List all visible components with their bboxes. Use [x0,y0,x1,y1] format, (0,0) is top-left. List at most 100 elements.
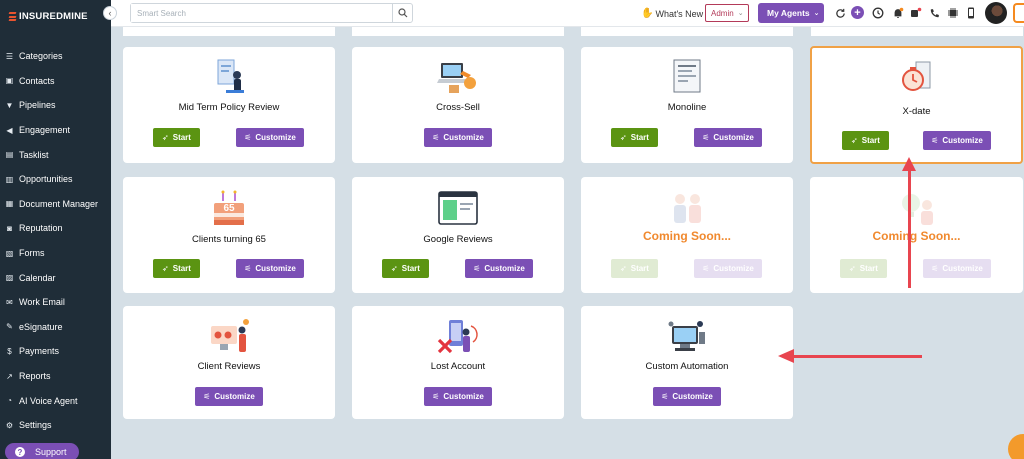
payment-icon: $ [7,346,12,356]
rocket-icon: ➶ [849,264,856,273]
integrations-button[interactable] [947,6,959,20]
top-bar: ✋ What's New Admin ⌄ My Agents ⌄ + [111,0,1024,27]
card-mid-term-policy-review[interactable]: Mid Term Policy Review ➶ Start ⚟ Customize [123,47,335,163]
sliders-icon: ⚟ [702,133,710,142]
sidebar-item-categories[interactable]: ☰ Categories [0,44,111,69]
search-button[interactable] [392,4,412,22]
coming-soon-label: Coming Soon... [643,229,731,243]
refresh-icon [836,8,845,18]
start-label: Start [172,133,191,142]
sidebar-item-engagement[interactable]: ◀ Engagement [0,118,111,143]
add-button[interactable]: + [851,6,864,19]
notifications-button[interactable] [892,6,904,20]
form-icon: ▧ [5,248,14,258]
sidebar-item-label: Categories [19,51,63,62]
user-avatar[interactable] [985,2,1007,24]
card-lost-account[interactable]: Lost Account ⚟ Customize [352,306,564,419]
side-panel-tab[interactable] [1013,3,1024,23]
sidebar-item-label: eSignature [19,321,63,332]
mail-icon: ✉ [6,297,13,307]
start-button[interactable]: ➶ Start [611,128,658,147]
chat-widget-button[interactable] [1008,434,1024,459]
list-icon: ☰ [5,51,14,61]
customize-label: Customize [484,264,525,273]
mobile-button[interactable] [967,6,975,20]
chip-icon [948,8,958,18]
sidebar-item-reputation[interactable]: ◙ Reputation [0,216,111,241]
brand-logo[interactable]: INSUREDMINE [8,11,88,22]
customize-label: Customize [713,133,754,142]
support-button[interactable]: ? Support [5,443,79,459]
sidebar-item-settings[interactable]: ⚙ Settings [0,413,111,438]
card-x-date[interactable]: X-date ➶ Start ⚟ Customize [810,46,1023,164]
card-title: Cross-Sell [436,102,480,113]
phone-button[interactable] [929,6,940,20]
card-title: Client Reviews [197,361,261,372]
card-clients-turning-65[interactable]: 65 Clients turning 65 ➶ Start ⚟ Customize [123,177,335,293]
history-button[interactable] [872,6,884,20]
customize-button[interactable]: ⚟ Customize [424,387,492,406]
rocket-icon: ➶ [162,133,169,142]
card-title: Clients turning 65 [192,234,266,245]
rocket-icon: ➶ [620,264,627,273]
customize-button[interactable]: ⚟ Customize [465,259,533,278]
collapse-sidebar-button[interactable]: ‹ [103,6,117,20]
sidebar-item-esignature[interactable]: ✎ eSignature [0,315,111,340]
refresh-button[interactable] [835,6,846,20]
admin-label: Admin [711,8,734,18]
customize-button[interactable]: ⚟ Customize [236,259,304,278]
customize-button[interactable]: ⚟ Customize [653,387,721,406]
gear-icon: ⚙ [5,420,14,430]
my-agents-button[interactable]: My Agents ⌄ [758,3,824,23]
sidebar-item-contacts[interactable]: ▣ Contacts [0,69,111,94]
admin-dropdown[interactable]: Admin ⌄ [705,4,749,22]
sidebar-item-label: Work Email [19,297,65,308]
signature-icon: ✎ [6,322,13,332]
sidebar-item-reports[interactable]: ↗ Reports [0,364,111,389]
sliders-icon: ⚟ [432,133,440,142]
customize-button[interactable]: ⚟ Customize [923,131,991,150]
chevron-down-icon: ⌄ [813,10,820,17]
sidebar-item-label: Document Manager [19,198,99,209]
start-label: Start [861,136,880,145]
start-button[interactable]: ➶ Start [153,259,200,278]
browser-review-icon [438,191,478,225]
card-monoline[interactable]: Monoline ➶ Start ⚟ Customize [581,47,793,163]
start-button[interactable]: ➶ Start [842,131,889,150]
customize-button[interactable]: ⚟ Customize [694,128,762,147]
card-google-reviews[interactable]: Google Reviews ➶ Start ⚟ Customize [352,177,564,293]
customize-button[interactable]: ⚟ Customize [236,128,304,147]
card-custom-automation[interactable]: Custom Automation ⚟ Customize [581,306,793,419]
filter-icon: ▼ [5,100,14,110]
sidebar-item-label: Contacts [19,75,55,86]
sidebar-item-calendar[interactable]: ▨ Calendar [0,265,111,290]
sidebar-item-label: Forms [19,248,45,259]
start-button-disabled: ➶ Start [611,259,658,278]
sidebar-item-pipelines[interactable]: ▼ Pipelines [0,93,111,118]
card-client-reviews[interactable]: Client Reviews ⚟ Customize [123,306,335,419]
sidebar-item-payments[interactable]: $ Payments [0,339,111,364]
whats-new-link[interactable]: ✋ What's New [641,8,703,19]
x-date-illustration-icon [901,61,930,91]
sidebar-item-opportunities[interactable]: ▥ Opportunities [0,167,111,192]
sidebar: INSUREDMINE ☰ Categories ▣ Contacts ▼ Pipelin… [0,0,111,459]
policy-review-illustration-icon [217,59,244,93]
customize-button[interactable]: ⚟ Customize [195,387,263,406]
sidebar-item-document-manager[interactable]: ▦ Document Manager [0,192,111,217]
sidebar-item-tasklist[interactable]: ▤ Tasklist [0,142,111,167]
customize-button[interactable]: ⚟ Customize [424,128,492,147]
sidebar-item-forms[interactable]: ▧ Forms [0,241,111,266]
start-button[interactable]: ➶ Start [382,259,429,278]
search-input[interactable] [131,4,392,22]
start-label: Start [859,264,878,273]
start-button[interactable]: ➶ Start [153,128,200,147]
clipboard-icon: ▤ [5,150,14,160]
sidebar-item-ai-voice-agent[interactable]: ◔ AI Voice Agent [0,388,111,413]
card-cross-sell[interactable]: Cross-Sell ⚟ Customize [352,47,564,163]
card-title: Custom Automation [645,361,729,372]
start-label: Start [630,264,649,273]
search-icon [397,8,407,18]
sidebar-item-work-email[interactable]: ✉ Work Email [0,290,111,315]
status-icon [911,7,922,17]
status-indicator[interactable] [910,6,922,20]
